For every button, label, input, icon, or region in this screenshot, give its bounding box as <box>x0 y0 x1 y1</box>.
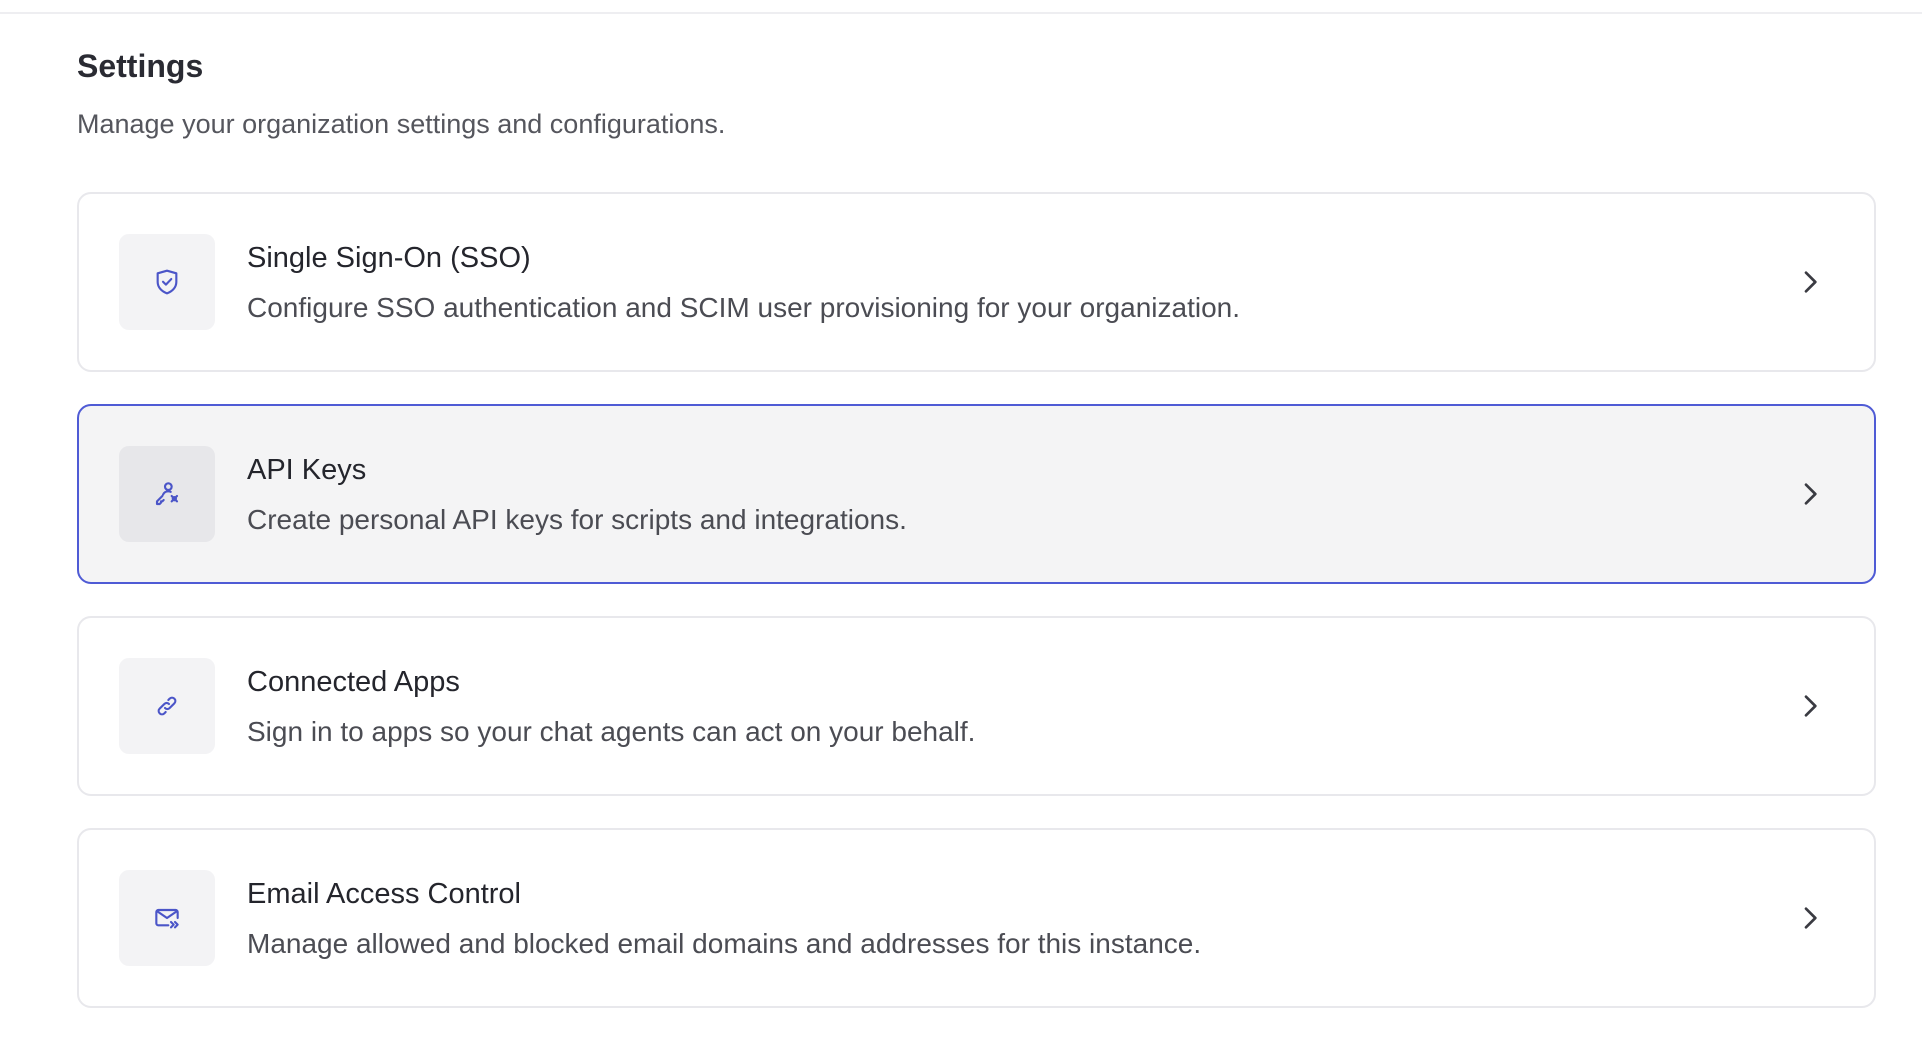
card-title: API Keys <box>247 454 367 486</box>
card-description: Configure SSO authentication and SCIM us… <box>247 292 1240 323</box>
card-title: Connected Apps <box>247 666 460 698</box>
page-subtitle: Manage your organization settings and co… <box>77 109 726 139</box>
settings-card-sso[interactable]: Single Sign-On (SSO) Configure SSO authe… <box>77 192 1876 372</box>
settings-card-list: Single Sign-On (SSO) Configure SSO authe… <box>77 192 1876 1040</box>
chevron-right-icon <box>1804 907 1817 929</box>
shield-check-icon <box>119 234 215 330</box>
chevron-right-icon <box>1804 695 1817 717</box>
settings-card-connected-apps[interactable]: Connected Apps Sign in to apps so your c… <box>77 616 1876 796</box>
page-title: Settings <box>77 48 204 84</box>
card-description: Create personal API keys for scripts and… <box>247 504 907 535</box>
settings-card-api-keys[interactable]: API Keys Create personal API keys for sc… <box>77 404 1876 584</box>
card-description: Manage allowed and blocked email domains… <box>247 928 1202 959</box>
card-description: Sign in to apps so your chat agents can … <box>247 716 976 747</box>
top-divider <box>0 12 1922 14</box>
link-icon <box>119 658 215 754</box>
card-title: Single Sign-On (SSO) <box>247 242 531 274</box>
card-title: Email Access Control <box>247 878 521 910</box>
key-user-icon <box>119 446 215 542</box>
settings-card-email-access-control[interactable]: Email Access Control Manage allowed and … <box>77 828 1876 1008</box>
mail-forward-icon <box>119 870 215 966</box>
chevron-right-icon <box>1804 483 1817 505</box>
chevron-right-icon <box>1804 271 1817 293</box>
